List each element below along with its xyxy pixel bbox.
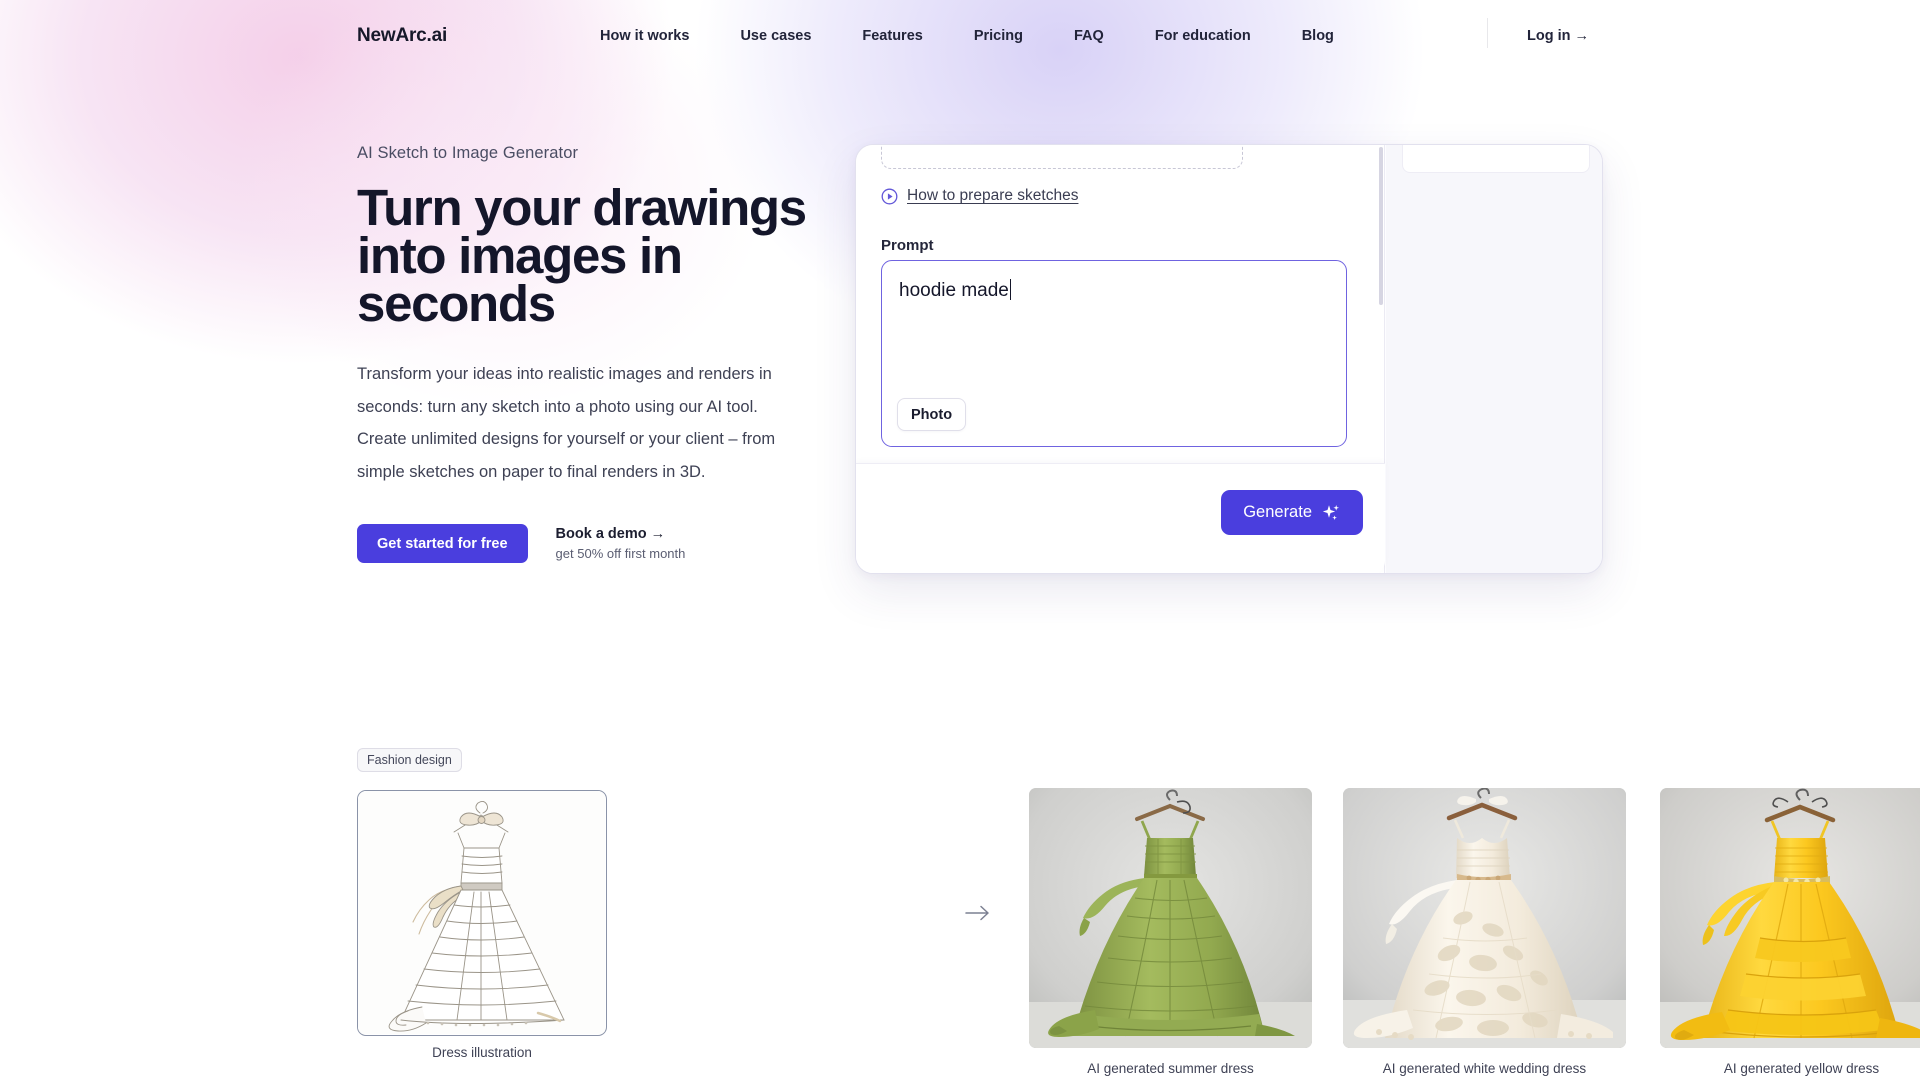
nav-item-features[interactable]: Features	[862, 22, 922, 50]
sketch-illustration-card[interactable]	[357, 790, 607, 1036]
generated-caption-3: AI generated yellow dress	[1723, 1061, 1880, 1076]
generate-button[interactable]: Generate	[1221, 490, 1363, 535]
hero-eyebrow: AI Sketch to Image Generator	[357, 144, 579, 162]
dress-sketch-image	[358, 791, 605, 1034]
sketch-caption: Dress illustration	[432, 1045, 532, 1060]
how-to-link-label: How to prepare sketches	[907, 187, 1079, 204]
brand-logo[interactable]: NewArc.ai	[357, 25, 447, 47]
sparkles-icon	[1321, 503, 1341, 523]
mockup-result-card	[1402, 145, 1590, 173]
category-tag-fashion-design: Fashion design	[357, 748, 462, 772]
gallery-row: Dress illustration AI generated summer d…	[357, 788, 1920, 1080]
nav-item-how-it-works[interactable]: How it works	[600, 22, 689, 50]
text-caret	[1009, 279, 1012, 300]
login-link[interactable]: Log in →	[1527, 28, 1589, 44]
book-demo-title: Book a demo →	[555, 526, 666, 542]
nav-divider	[1487, 18, 1488, 48]
page-title: Turn your drawings into images in second…	[357, 179, 807, 332]
white-wedding-dress-photo	[1343, 788, 1626, 1048]
prompt-input[interactable]: hoodie made Photo	[881, 260, 1347, 447]
generated-caption-1: AI generated summer dress	[1087, 1061, 1254, 1076]
nav-item-faq[interactable]: FAQ	[1074, 22, 1104, 50]
book-demo-link[interactable]: Book a demo → get 50% off first month	[556, 524, 686, 563]
green-dress-photo	[1029, 788, 1312, 1048]
play-circle-icon	[881, 188, 898, 205]
generate-button-label: Generate	[1243, 503, 1312, 521]
mockup-action-bar: Generate	[856, 463, 1385, 573]
generated-image-white-dress[interactable]	[1343, 788, 1626, 1048]
prompt-label: Prompt	[881, 237, 934, 254]
examples-gallery: Fashion design Dress illustration AI gen…	[357, 748, 1920, 1080]
generated-image-yellow-dress[interactable]	[1660, 788, 1920, 1048]
mockup-editor-panel: How to prepare sketches Prompt hoodie ma…	[856, 145, 1385, 573]
primary-nav: How it works Use cases Features Pricing …	[600, 22, 1334, 50]
nav-item-use-cases[interactable]: Use cases	[740, 22, 811, 50]
nav-item-blog[interactable]: Blog	[1302, 22, 1334, 50]
get-started-button[interactable]: Get started for free	[357, 524, 528, 563]
landing-page: NewArc.ai How it works Use cases Feature…	[0, 0, 1920, 1080]
generated-caption-2: AI generated white wedding dress	[1382, 1061, 1587, 1076]
hero-cta-group: Get started for free Book a demo → get 5…	[357, 524, 827, 563]
mockup-results-panel	[1386, 145, 1602, 573]
nav-item-for-education[interactable]: For education	[1155, 22, 1251, 50]
nav-item-pricing[interactable]: Pricing	[974, 22, 1023, 50]
how-to-prepare-sketches-link[interactable]: How to prepare sketches	[881, 187, 1078, 205]
top-navigation-bar: NewArc.ai How it works Use cases Feature…	[0, 0, 1920, 72]
arrow-right-icon	[965, 904, 991, 922]
mockup-scrollbar-thumb[interactable]	[1379, 147, 1383, 305]
sketch-upload-dropzone[interactable]	[881, 145, 1243, 169]
mockup-scrollbar[interactable]	[1379, 145, 1384, 573]
yellow-dress-photo	[1660, 788, 1920, 1048]
app-preview-mockup: How to prepare sketches Prompt hoodie ma…	[855, 144, 1603, 574]
hero-content: AI Sketch to Image Generator Turn your d…	[357, 144, 827, 563]
generated-image-green-dress[interactable]	[1029, 788, 1312, 1048]
book-demo-subtitle: get 50% off first month	[555, 546, 686, 561]
hero-description: Transform your ideas into realistic imag…	[357, 365, 776, 481]
style-chip-photo[interactable]: Photo	[897, 398, 967, 431]
prompt-text-value: hoodie made	[899, 279, 1012, 302]
